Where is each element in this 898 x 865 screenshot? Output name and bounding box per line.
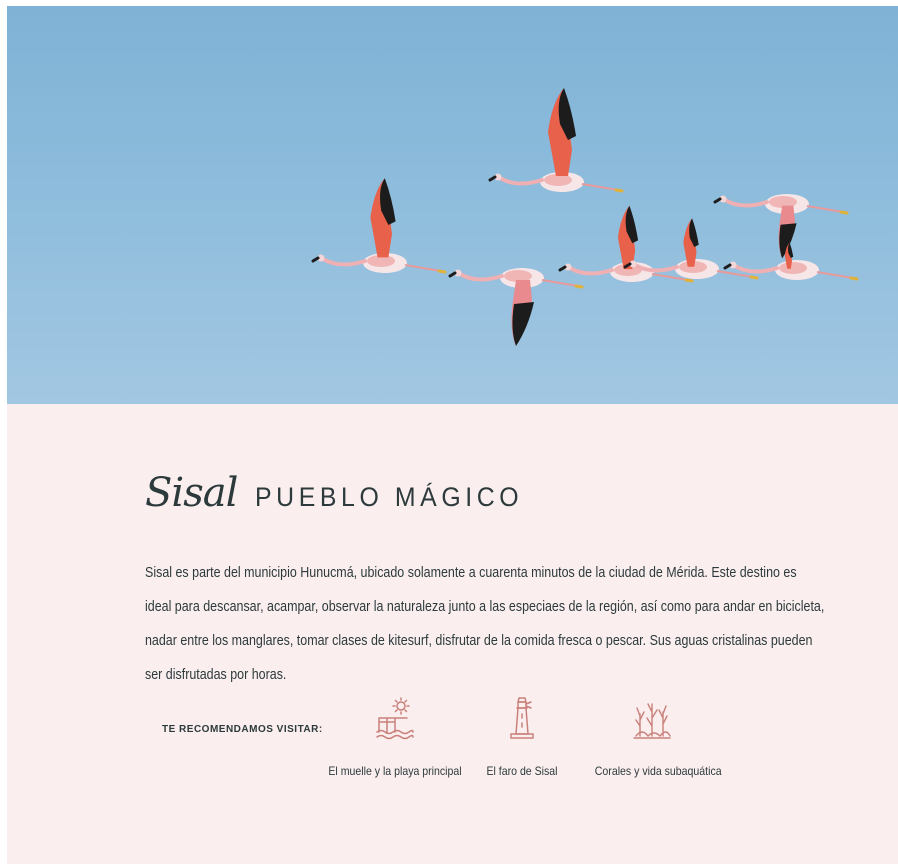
place-label: El faro de Sisal — [486, 764, 558, 778]
hero-image — [7, 6, 898, 404]
place-item-lighthouse[interactable]: El faro de Sisal — [472, 696, 572, 778]
coral-icon — [633, 703, 671, 739]
place-label: Corales y vida subaquática — [594, 764, 722, 778]
lighthouse-icon — [510, 697, 534, 739]
place-item-coral[interactable]: Corales y vida subaquática — [587, 696, 722, 778]
flamingo-2 — [311, 178, 447, 275]
place-label: El muelle y la playa principal — [328, 764, 462, 778]
flamingo-3 — [448, 266, 584, 346]
flamingo-5 — [623, 218, 759, 281]
flamingo-1 — [488, 88, 624, 194]
recommend-label: TE RECOMENDAMOS VISITAR: — [162, 724, 323, 735]
flamingo-6 — [713, 192, 849, 259]
section-description: Sisal es parte del municipio Hunucmá, ub… — [145, 565, 825, 683]
section-title: Sisal PUEBLO MÁGICO — [145, 470, 547, 516]
flamingo-7 — [723, 242, 859, 282]
title-script: Sisal — [145, 470, 238, 516]
pier-sun-waves-icon — [376, 697, 414, 740]
title-main: PUEBLO MÁGICO — [255, 482, 524, 512]
place-item-pier[interactable]: El muelle y la playa principal — [315, 696, 475, 778]
flamingo-4 — [558, 205, 694, 284]
pueblo-magico-section: Sisal PUEBLO MÁGICO Sisal es parte del m… — [7, 404, 898, 864]
flamingos-illustration — [311, 88, 859, 346]
